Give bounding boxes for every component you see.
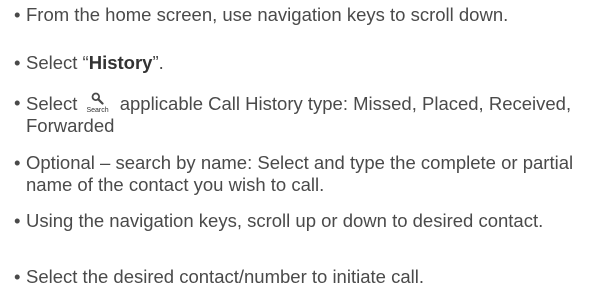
step-text-prefix: Select — [26, 93, 78, 114]
step-2: • Select “History”. — [14, 52, 614, 74]
step-text-suffix: ”. — [152, 52, 164, 73]
bullet: • — [14, 92, 21, 113]
search-icon-label: Search — [86, 107, 109, 114]
step-text: Optional – search by name: Select and ty… — [26, 152, 574, 195]
step-1: • From the home screen, use navigation k… — [14, 4, 614, 26]
step-3: • Select Search applicable Call History … — [14, 92, 586, 137]
bullet: • — [14, 4, 21, 25]
bullet: • — [14, 210, 21, 231]
step-text-prefix: Select “ — [26, 52, 89, 73]
bullet: • — [14, 266, 21, 287]
step-6: • Select the desired contact/number to i… — [14, 266, 614, 288]
step-5: • Using the navigation keys, scroll up o… — [14, 210, 566, 232]
bullet: • — [14, 152, 21, 173]
bullet: • — [14, 52, 21, 73]
step-text: From the home screen, use navigation key… — [26, 4, 509, 25]
search-icon: Search — [85, 92, 111, 114]
history-label: History — [88, 52, 153, 73]
step-text: Select the desired contact/number to ini… — [26, 266, 424, 287]
step-4: • Optional – search by name: Select and … — [14, 152, 586, 196]
step-text: Using the navigation keys, scroll up or … — [26, 210, 544, 231]
